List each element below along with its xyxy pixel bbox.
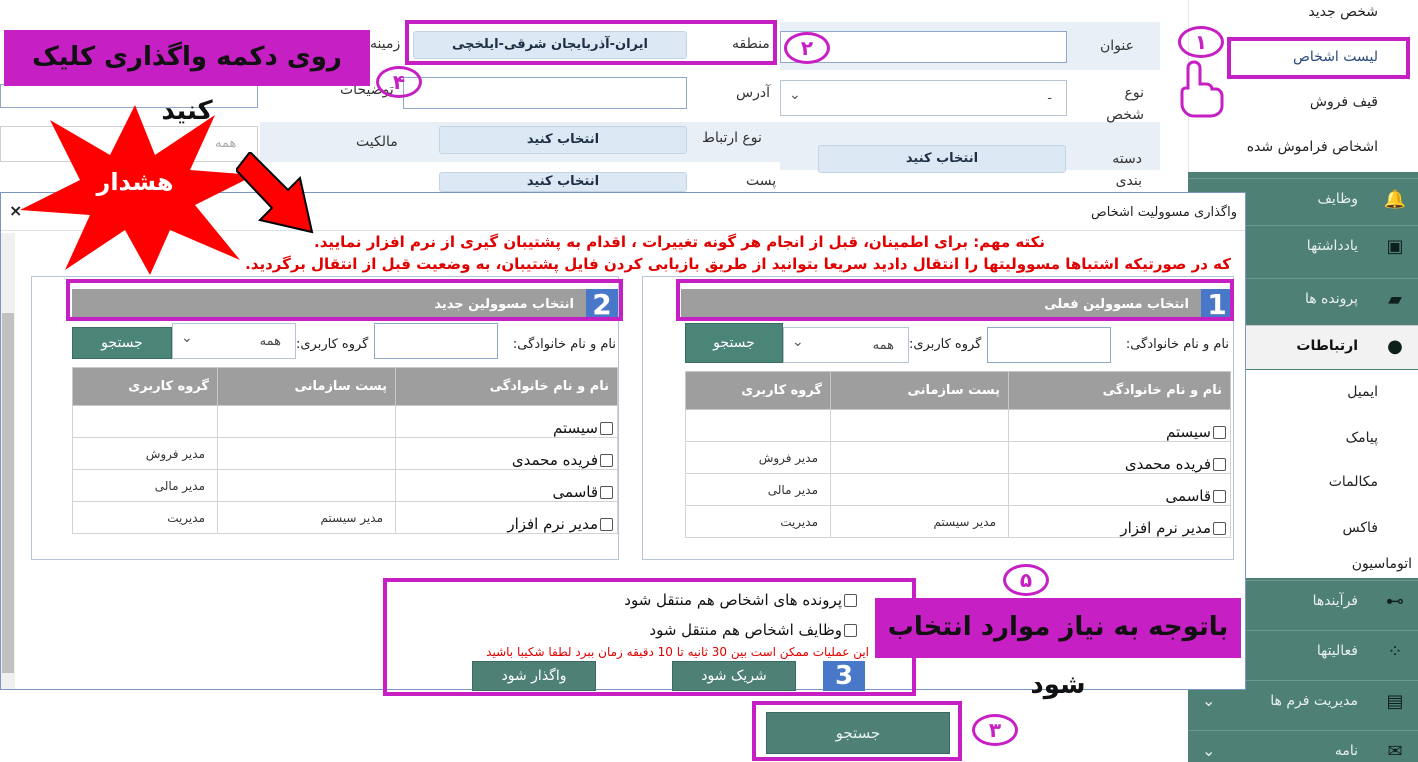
person-type-select[interactable]: - ⌄	[780, 80, 1067, 116]
sidebar-section-mail[interactable]: ✉ نامه ⌄	[1188, 730, 1418, 762]
table-row[interactable]: فریده محمدی مدیر فروش	[72, 437, 618, 470]
new-search-button[interactable]: جستجو	[72, 327, 172, 359]
highlight-region	[405, 20, 777, 65]
new-group-select[interactable]: همه ⌄	[172, 323, 296, 359]
table-row[interactable]: مدیر نرم افزار مدیر سیستم مدیریت	[72, 501, 618, 534]
new-responsibles-table: نام و نام خانوادگی پست سازمانی گروه کارب…	[72, 367, 618, 534]
current-responsibles-table: نام و نام خانوادگی پست سازمانی گروه کارب…	[685, 371, 1231, 538]
column-header-name: نام و نام خانوادگی	[1008, 371, 1231, 410]
sidebar-link-sales-funnel[interactable]: قیف فروش	[1310, 94, 1378, 110]
table-row[interactable]: سیستم	[72, 405, 618, 438]
warning-label: هشدار	[96, 168, 174, 196]
arrow-icon	[236, 152, 314, 234]
folder-icon: ▰	[1388, 289, 1402, 310]
new-group-label: گروه کاربری:	[296, 337, 369, 352]
mail-icon: ✉	[1387, 741, 1403, 762]
row-checkbox[interactable]	[1213, 458, 1226, 471]
sidebar-link-new-person[interactable]: شخص جدید	[1308, 4, 1378, 20]
relation-type-label: نوع ارتباط	[702, 130, 762, 146]
chevron-down-icon: ⌄	[1202, 691, 1216, 710]
note-icon: ▣	[1386, 236, 1404, 257]
hand-pointer-icon	[1180, 60, 1224, 118]
ownership-label: مالکیت	[356, 134, 398, 150]
chevron-down-icon: ⌄	[1202, 741, 1216, 760]
current-group-label: گروه کاربری:	[909, 337, 982, 352]
flow-icon: ⊶	[1386, 591, 1404, 612]
current-name-input[interactable]	[987, 327, 1111, 363]
step-marker-4: ۴	[376, 66, 422, 98]
current-name-label: نام و نام خانوادگی:	[1125, 337, 1229, 352]
highlight-new-header	[66, 279, 623, 321]
post-label: پست	[746, 173, 777, 189]
step-marker-2: ۲	[784, 32, 830, 64]
column-header-post: پست سازمانی	[217, 367, 396, 406]
row-checkbox[interactable]	[1213, 490, 1226, 503]
row-checkbox[interactable]	[1213, 426, 1226, 439]
category-label: دسته بندی	[1112, 151, 1142, 189]
address-input[interactable]	[403, 77, 687, 109]
title-label: عنوان	[1100, 38, 1134, 54]
chevron-down-icon: ⌄	[789, 87, 801, 103]
column-header-group: گروه کاربری	[685, 371, 831, 410]
dots-icon: ⁘	[1387, 641, 1403, 662]
table-row[interactable]: مدیر نرم افزار مدیر سیستم مدیریت	[685, 505, 1231, 538]
bell-icon: 🔔	[1383, 189, 1406, 210]
table-row[interactable]: قاسمی مدیر مالی	[685, 473, 1231, 506]
warning-burst-icon: هشدار	[20, 105, 255, 275]
highlight-options	[383, 578, 916, 696]
table-row[interactable]: سیستم	[685, 409, 1231, 442]
step-marker-3: ۳	[972, 714, 1018, 746]
highlight-bottom-search	[752, 701, 962, 761]
person-type-label: نوع شخص	[1106, 85, 1144, 123]
form-icon: ▤	[1386, 691, 1404, 712]
person-icon: ●	[1387, 336, 1403, 357]
scrollbar-thumb[interactable]	[2, 313, 14, 673]
row-checkbox[interactable]	[600, 454, 613, 467]
field-label: زمینه	[370, 36, 401, 52]
row-checkbox[interactable]	[600, 518, 613, 531]
step-marker-5: ۵	[1003, 564, 1049, 596]
current-group-select[interactable]: همه ⌄	[783, 327, 909, 363]
chevron-down-icon: ⌄	[792, 334, 804, 350]
column-header-name: نام و نام خانوادگی	[395, 367, 618, 406]
highlight-person-list	[1227, 37, 1410, 79]
new-name-label: نام و نام خانوادگی:	[512, 337, 616, 352]
address-label: آدرس	[736, 85, 770, 101]
table-row[interactable]: فریده محمدی مدیر فروش	[685, 441, 1231, 474]
step-marker-1: ۱	[1178, 26, 1224, 58]
relation-select-button[interactable]: انتخاب کنید	[439, 126, 687, 154]
row-checkbox[interactable]	[1213, 522, 1226, 535]
post-select-button[interactable]: انتخاب کنید	[439, 172, 687, 192]
scrollbar[interactable]	[1, 233, 15, 689]
annotation-select-needed: باتوجه به نیاز موارد انتخاب شود	[875, 598, 1241, 700]
column-header-group: گروه کاربری	[72, 367, 218, 406]
annotation-click-assign: روی دکمه واگذاری کلیک کنید	[4, 30, 370, 126]
highlight-current-header	[676, 279, 1234, 321]
new-name-input[interactable]	[374, 323, 498, 359]
sidebar-link-forgotten[interactable]: اشخاص فراموش شده	[1247, 139, 1378, 155]
current-search-button[interactable]: جستجو	[685, 323, 783, 363]
row-checkbox[interactable]	[600, 486, 613, 499]
row-checkbox[interactable]	[600, 422, 613, 435]
category-select-button[interactable]: انتخاب کنید	[818, 145, 1066, 173]
table-row[interactable]: قاسمی مدیر مالی	[72, 469, 618, 502]
column-header-post: پست سازمانی	[830, 371, 1009, 410]
chevron-down-icon: ⌄	[181, 330, 193, 346]
dialog-title: واگذاری مسوولیت اشخاص	[1090, 205, 1237, 220]
